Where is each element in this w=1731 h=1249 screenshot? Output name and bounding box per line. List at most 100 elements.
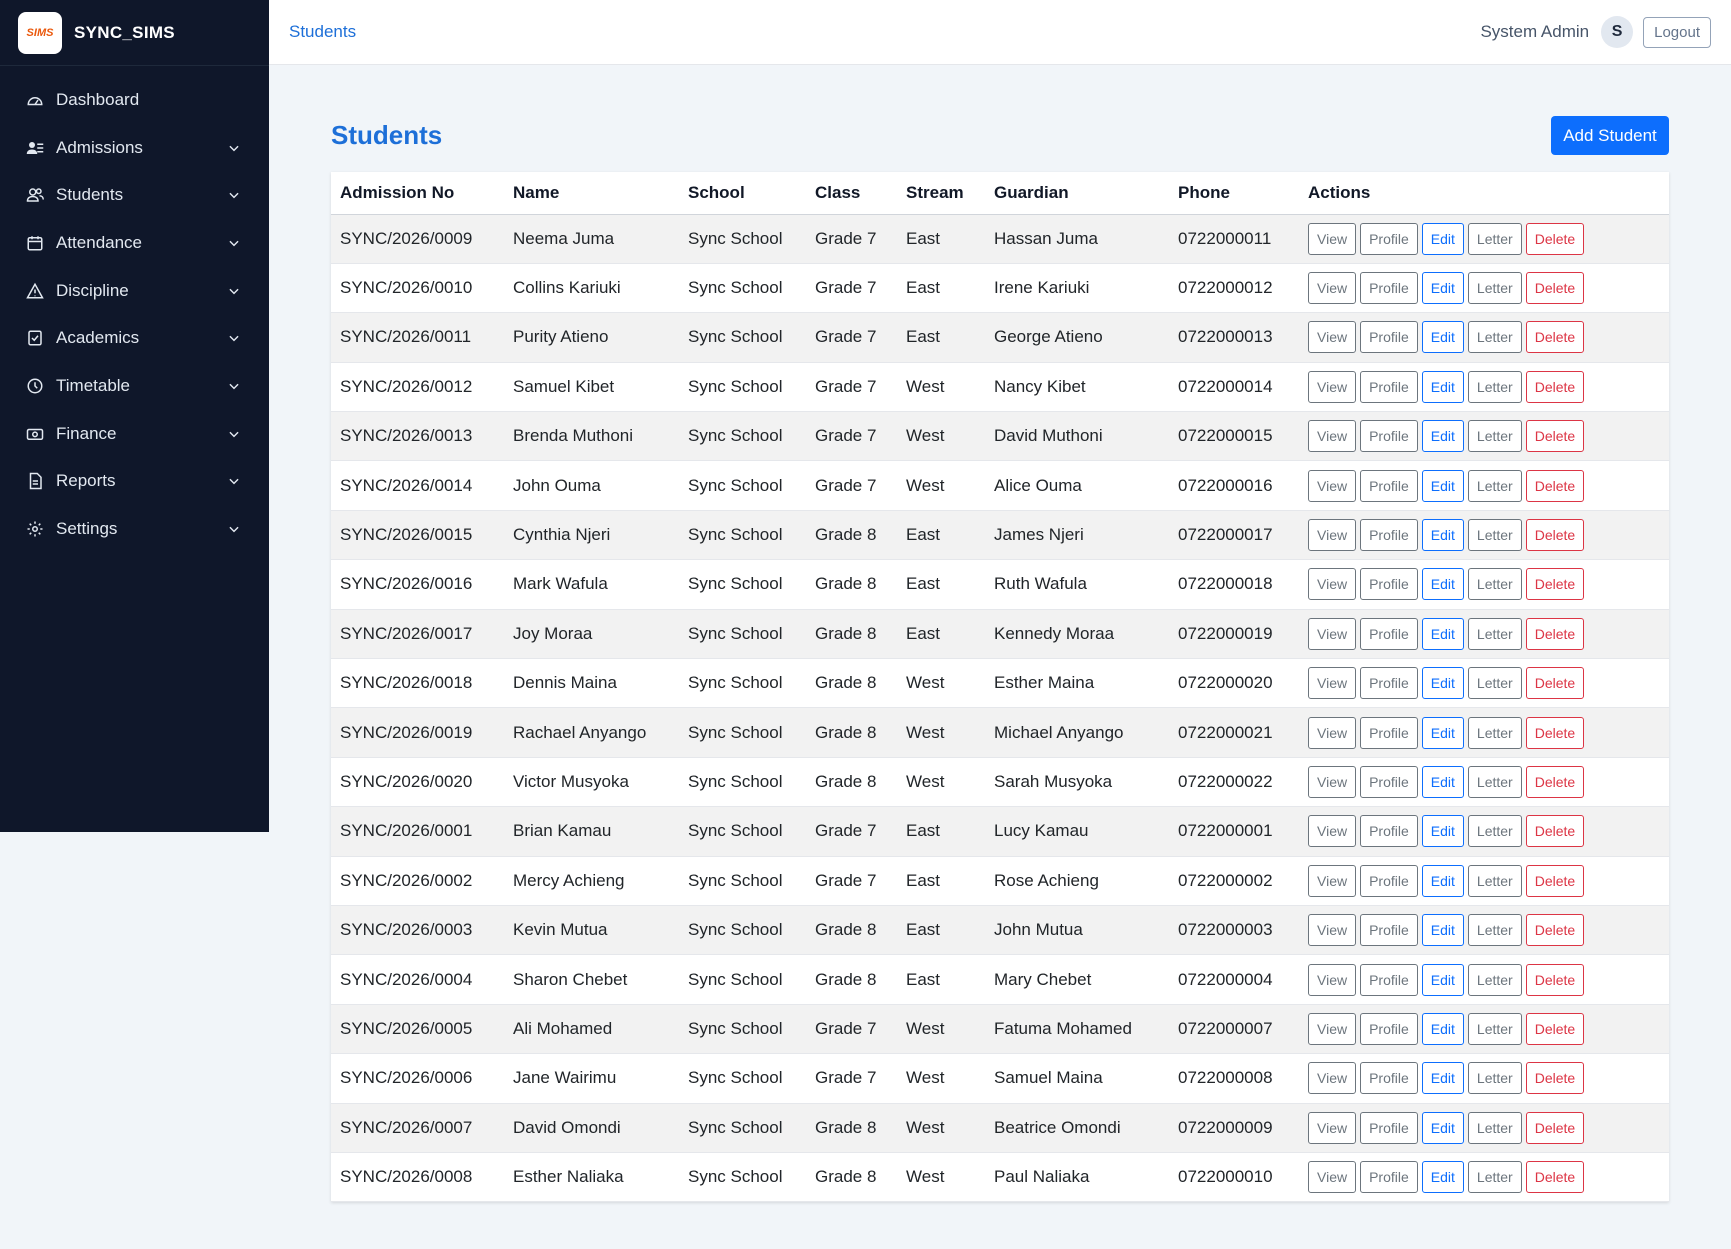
view-button[interactable]: View: [1308, 815, 1357, 848]
profile-button[interactable]: Profile: [1360, 568, 1418, 601]
brand[interactable]: SIMS SYNC_SIMS: [0, 0, 269, 66]
letter-button[interactable]: Letter: [1467, 1062, 1522, 1095]
breadcrumb[interactable]: Students: [289, 22, 356, 42]
edit-button[interactable]: Edit: [1421, 519, 1464, 552]
view-button[interactable]: View: [1308, 469, 1357, 502]
edit-button[interactable]: Edit: [1421, 1111, 1464, 1144]
profile-button[interactable]: Profile: [1360, 1111, 1418, 1144]
profile-button[interactable]: Profile: [1360, 420, 1418, 453]
profile-button[interactable]: Profile: [1360, 667, 1418, 700]
profile-button[interactable]: Profile: [1360, 1012, 1418, 1045]
view-button[interactable]: View: [1308, 1161, 1357, 1194]
letter-button[interactable]: Letter: [1467, 963, 1522, 996]
letter-button[interactable]: Letter: [1467, 568, 1522, 601]
edit-button[interactable]: Edit: [1421, 1161, 1464, 1194]
delete-button[interactable]: Delete: [1525, 370, 1585, 403]
letter-button[interactable]: Letter: [1467, 222, 1522, 255]
delete-button[interactable]: Delete: [1525, 568, 1585, 601]
profile-button[interactable]: Profile: [1360, 519, 1418, 552]
edit-button[interactable]: Edit: [1421, 222, 1464, 255]
sidebar-item-admissions[interactable]: Admissions: [0, 124, 269, 172]
letter-button[interactable]: Letter: [1467, 617, 1522, 650]
view-button[interactable]: View: [1308, 864, 1357, 897]
chevron-down-icon[interactable]: [227, 427, 241, 441]
letter-button[interactable]: Letter: [1467, 272, 1522, 305]
view-button[interactable]: View: [1308, 617, 1357, 650]
edit-button[interactable]: Edit: [1421, 469, 1464, 502]
delete-button[interactable]: Delete: [1525, 963, 1585, 996]
delete-button[interactable]: Delete: [1525, 617, 1585, 650]
delete-button[interactable]: Delete: [1525, 321, 1585, 354]
view-button[interactable]: View: [1308, 222, 1357, 255]
sidebar-item-academics[interactable]: Academics: [0, 314, 269, 362]
edit-button[interactable]: Edit: [1421, 1062, 1464, 1095]
delete-button[interactable]: Delete: [1525, 272, 1585, 305]
view-button[interactable]: View: [1308, 914, 1357, 947]
edit-button[interactable]: Edit: [1421, 815, 1464, 848]
letter-button[interactable]: Letter: [1467, 321, 1522, 354]
letter-button[interactable]: Letter: [1467, 815, 1522, 848]
delete-button[interactable]: Delete: [1525, 519, 1585, 552]
letter-button[interactable]: Letter: [1467, 667, 1522, 700]
edit-button[interactable]: Edit: [1421, 765, 1464, 798]
letter-button[interactable]: Letter: [1467, 469, 1522, 502]
letter-button[interactable]: Letter: [1467, 914, 1522, 947]
view-button[interactable]: View: [1308, 272, 1357, 305]
profile-button[interactable]: Profile: [1360, 1161, 1418, 1194]
profile-button[interactable]: Profile: [1360, 914, 1418, 947]
letter-button[interactable]: Letter: [1467, 864, 1522, 897]
edit-button[interactable]: Edit: [1421, 568, 1464, 601]
sidebar-item-reports[interactable]: Reports: [0, 458, 269, 506]
view-button[interactable]: View: [1308, 519, 1357, 552]
profile-button[interactable]: Profile: [1360, 321, 1418, 354]
delete-button[interactable]: Delete: [1525, 1111, 1585, 1144]
edit-button[interactable]: Edit: [1421, 667, 1464, 700]
edit-button[interactable]: Edit: [1421, 272, 1464, 305]
profile-button[interactable]: Profile: [1360, 370, 1418, 403]
profile-button[interactable]: Profile: [1360, 963, 1418, 996]
profile-button[interactable]: Profile: [1360, 1062, 1418, 1095]
edit-button[interactable]: Edit: [1421, 716, 1464, 749]
profile-button[interactable]: Profile: [1360, 716, 1418, 749]
profile-button[interactable]: Profile: [1360, 815, 1418, 848]
profile-button[interactable]: Profile: [1360, 765, 1418, 798]
letter-button[interactable]: Letter: [1467, 1012, 1522, 1045]
chevron-down-icon[interactable]: [227, 474, 241, 488]
edit-button[interactable]: Edit: [1421, 321, 1464, 354]
sidebar-item-students[interactable]: Students: [0, 171, 269, 219]
edit-button[interactable]: Edit: [1421, 914, 1464, 947]
letter-button[interactable]: Letter: [1467, 716, 1522, 749]
delete-button[interactable]: Delete: [1525, 469, 1585, 502]
avatar[interactable]: S: [1601, 16, 1634, 48]
delete-button[interactable]: Delete: [1525, 667, 1585, 700]
profile-button[interactable]: Profile: [1360, 864, 1418, 897]
view-button[interactable]: View: [1308, 1062, 1357, 1095]
profile-button[interactable]: Profile: [1360, 469, 1418, 502]
edit-button[interactable]: Edit: [1421, 1012, 1464, 1045]
chevron-down-icon[interactable]: [227, 331, 241, 345]
view-button[interactable]: View: [1308, 420, 1357, 453]
logout-button[interactable]: Logout: [1643, 16, 1711, 48]
letter-button[interactable]: Letter: [1467, 420, 1522, 453]
letter-button[interactable]: Letter: [1467, 519, 1522, 552]
chevron-down-icon[interactable]: [227, 141, 241, 155]
delete-button[interactable]: Delete: [1525, 420, 1585, 453]
view-button[interactable]: View: [1308, 716, 1357, 749]
view-button[interactable]: View: [1308, 568, 1357, 601]
delete-button[interactable]: Delete: [1525, 815, 1585, 848]
view-button[interactable]: View: [1308, 1012, 1357, 1045]
delete-button[interactable]: Delete: [1525, 222, 1585, 255]
view-button[interactable]: View: [1308, 1111, 1357, 1144]
letter-button[interactable]: Letter: [1467, 765, 1522, 798]
chevron-down-icon[interactable]: [227, 379, 241, 393]
sidebar-item-dashboard[interactable]: Dashboard: [0, 76, 269, 124]
profile-button[interactable]: Profile: [1360, 222, 1418, 255]
sidebar-item-settings[interactable]: Settings: [0, 505, 269, 553]
edit-button[interactable]: Edit: [1421, 370, 1464, 403]
chevron-down-icon[interactable]: [227, 188, 241, 202]
letter-button[interactable]: Letter: [1467, 1161, 1522, 1194]
letter-button[interactable]: Letter: [1467, 370, 1522, 403]
edit-button[interactable]: Edit: [1421, 617, 1464, 650]
sidebar-item-finance[interactable]: Finance: [0, 410, 269, 458]
delete-button[interactable]: Delete: [1525, 914, 1585, 947]
